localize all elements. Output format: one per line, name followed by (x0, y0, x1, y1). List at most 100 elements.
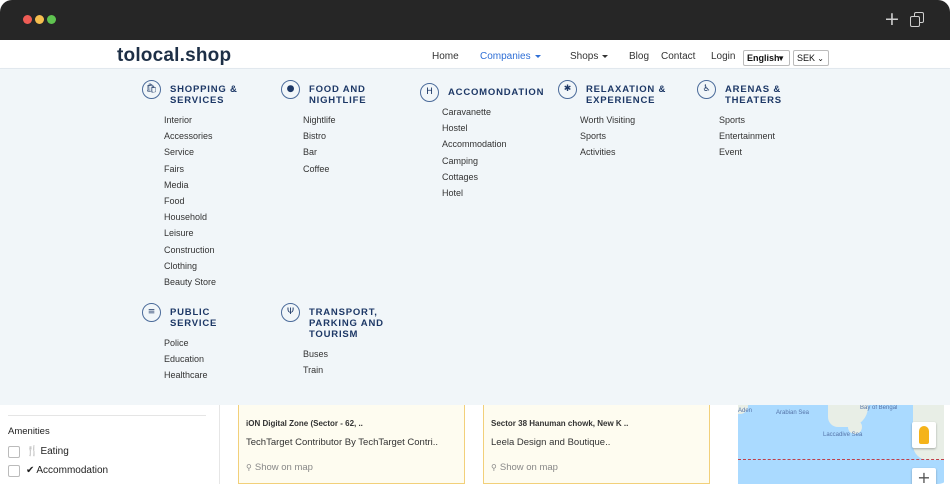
building-icon: ≡ (142, 303, 161, 322)
menu-category-title-line: EXPERIENCE (586, 95, 656, 106)
show-on-map-link[interactable]: ⚲ Show on map (491, 462, 558, 473)
menu-category-header[interactable]: Ψ TRANSPORT, PARKING AND TOURISM (281, 303, 416, 340)
menu-item[interactable]: Food (164, 196, 185, 206)
menu-item[interactable]: Sports (719, 115, 745, 125)
nav-blog[interactable]: Blog (629, 51, 649, 62)
maximize-window-button[interactable] (47, 15, 56, 24)
hotel-icon: H (420, 83, 439, 102)
menu-category-title-line: ACCOMONDATION (448, 87, 545, 98)
map-label-laccadive-sea: Laccadive Sea (823, 432, 863, 438)
new-tab-icon[interactable]: + (884, 9, 900, 29)
menu-item[interactable]: Bistro (303, 131, 326, 141)
amenity-checkbox-eating[interactable] (8, 446, 20, 458)
menu-item[interactable]: Service (164, 147, 194, 157)
menu-item[interactable]: Accommodation (442, 139, 507, 149)
nav-contact[interactable]: Contact (661, 51, 695, 62)
utensils-icon: 🍴 (26, 446, 39, 457)
menu-category: ✱ RELAXATION & EXPERIENCE Worth Visiting Spo… (558, 80, 693, 157)
menu-item[interactable]: Construction (164, 245, 215, 255)
menu-item[interactable]: Hostel (442, 123, 468, 133)
menu-category-header[interactable]: ≡ PUBLIC SERVICE (142, 303, 277, 331)
menu-item[interactable]: Clothing (164, 261, 197, 271)
menu-item[interactable]: Nightlife (303, 115, 336, 125)
map-label-aden: Aden (738, 408, 753, 414)
menu-item[interactable]: Bar (303, 147, 317, 157)
listing-name[interactable]: Leela Design and Boutique.. (491, 437, 610, 448)
chevron-down-icon: ⌄ (817, 54, 824, 63)
check-icon: ✔ (26, 465, 35, 476)
nav-shops[interactable]: Shops (570, 51, 609, 62)
menu-category: ≡ PUBLIC SERVICE Police Education Healthcare (142, 303, 277, 380)
close-window-button[interactable] (23, 15, 32, 24)
nav-companies[interactable]: Companies (480, 51, 541, 62)
menu-category-header[interactable]: ● FOOD AND NIGHTLIFE (281, 80, 416, 108)
minimize-window-button[interactable] (35, 15, 44, 24)
menu-item[interactable]: Entertainment (719, 131, 775, 141)
menu-category-header[interactable]: ♿ ARENAS & THEATERS (697, 80, 832, 108)
menu-category-header[interactable]: 🛍 SHOPPING & SERVICES (142, 80, 277, 108)
nav-login[interactable]: Login (711, 51, 735, 62)
menu-category-title-line: THEATERS (725, 95, 782, 106)
listing-name[interactable]: TechTarget Contributor By TechTarget Con… (246, 437, 438, 448)
menu-item[interactable]: Camping (442, 156, 478, 166)
map-view[interactable]: Aden Arabian Sea Bay of Bengal Laccadive… (738, 405, 944, 484)
menu-category-title-line: SERVICE (170, 318, 218, 329)
filter-sidebar: Amenities 🍴 Eating ✔ Accommodation (0, 405, 220, 484)
map-pin-icon: ⚲ (491, 463, 497, 472)
menu-item[interactable]: Interior (164, 115, 192, 125)
show-on-map-link[interactable]: ⚲ Show on map (246, 462, 313, 473)
amenity-label-eating[interactable]: 🍴 Eating (26, 446, 69, 457)
language-select[interactable]: English ▼ (743, 50, 790, 66)
show-on-map-text: Show on map (254, 462, 313, 473)
menu-item[interactable]: Household (164, 212, 207, 222)
menu-category-title-line: TRANSPORT, (309, 307, 378, 318)
menu-item[interactable]: Beauty Store (164, 277, 216, 287)
menu-item[interactable]: Media (164, 180, 189, 190)
menu-item[interactable]: Police (164, 338, 189, 348)
menu-category-title-line: PUBLIC (170, 307, 211, 318)
chevron-down-icon: ▼ (777, 54, 785, 63)
menu-item[interactable]: Cottages (442, 172, 478, 182)
site-logo[interactable]: tolocal.shop (117, 45, 231, 67)
street-view-pegman-icon[interactable] (912, 422, 936, 448)
browser-window: + tolocal.shop Home Companies Shops Blog… (0, 0, 950, 484)
menu-category: ♿ ARENAS & THEATERS Sports Entertainment Even… (697, 80, 832, 157)
menu-category-title: FOOD AND NIGHTLIFE (309, 84, 366, 106)
menu-item[interactable]: Leisure (164, 228, 194, 238)
menu-category-title: ARENAS & THEATERS (725, 84, 782, 106)
menu-category-title-line: NIGHTLIFE (309, 95, 367, 106)
menu-item[interactable]: Education (164, 354, 204, 364)
menu-item[interactable]: Caravanette (442, 107, 491, 117)
menu-item[interactable]: Accessories (164, 131, 213, 141)
menu-category-title: PUBLIC SERVICE (170, 307, 217, 329)
menu-item[interactable]: Hotel (442, 188, 463, 198)
menu-item[interactable]: Fairs (164, 164, 184, 174)
listing-card[interactable]: Sector 38 Hanuman chowk, New K .. Leela … (483, 405, 710, 484)
utensils-icon: Ψ (281, 303, 300, 322)
amenity-accommodation-text: Accommodation (36, 465, 109, 476)
menu-category-title-line: FOOD AND (309, 84, 366, 95)
tabs-overview-icon[interactable] (910, 12, 924, 27)
menu-item[interactable]: Activities (580, 147, 616, 157)
page-content: Amenities 🍴 Eating ✔ Accommodation iON Dig… (0, 405, 950, 484)
globe-icon: ● (281, 80, 300, 99)
menu-item[interactable]: Event (719, 147, 742, 157)
menu-item[interactable]: Worth Visiting (580, 115, 635, 125)
map-zoom-in-button[interactable]: + (912, 468, 936, 484)
currency-value: SEK (797, 53, 816, 63)
menu-item[interactable]: Train (303, 365, 323, 375)
amenity-label-accommodation[interactable]: ✔ Accommodation (26, 465, 108, 476)
listing-card[interactable]: iON Digital Zone (Sector - 62, .. TechTa… (238, 405, 465, 484)
menu-category: 🛍 SHOPPING & SERVICES Interior Accessories Se… (142, 80, 277, 287)
menu-item[interactable]: Healthcare (164, 370, 208, 380)
menu-item[interactable]: Sports (580, 131, 606, 141)
chevron-down-icon (602, 54, 609, 58)
amenity-checkbox-accommodation[interactable] (8, 465, 20, 477)
menu-category-header[interactable]: ✱ RELAXATION & EXPERIENCE (558, 80, 693, 108)
menu-category-title: TRANSPORT, PARKING AND TOURISM (309, 307, 384, 340)
menu-category: ● FOOD AND NIGHTLIFE Nightlife Bistro Bar Coff… (281, 80, 416, 174)
menu-item[interactable]: Buses (303, 349, 328, 359)
nav-home[interactable]: Home (432, 51, 459, 62)
menu-item[interactable]: Coffee (303, 164, 329, 174)
currency-select[interactable]: SEK ⌄ (793, 50, 829, 66)
